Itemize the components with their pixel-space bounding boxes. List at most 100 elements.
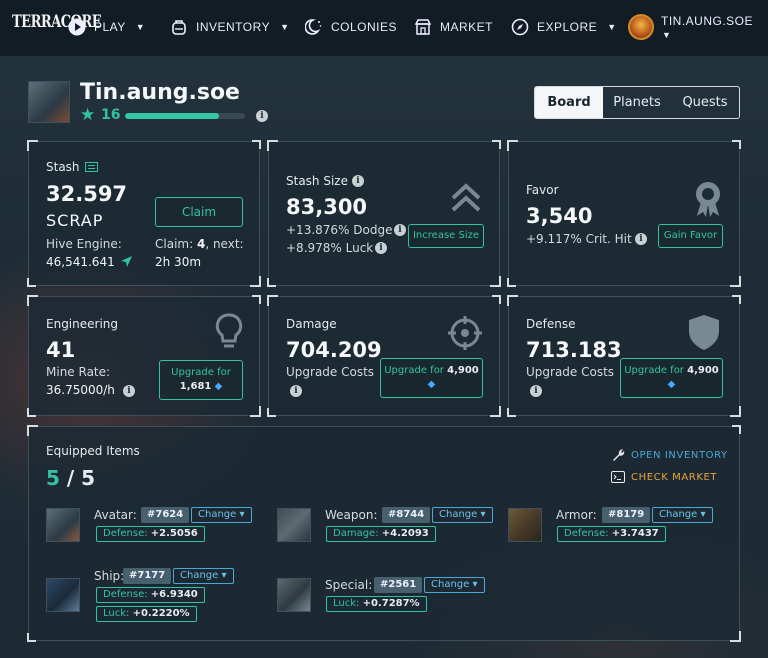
info-icon[interactable]: i (375, 242, 387, 254)
armor-label: Armor: (556, 508, 597, 522)
caret-down-icon: ▾ (472, 579, 478, 590)
user-menu-name[interactable]: TIN.AUNG.SOE (661, 14, 753, 28)
favor-title: Favor (526, 183, 559, 197)
send-icon[interactable] (120, 255, 133, 268)
nav-play-label: PLAY (94, 20, 126, 34)
armor-stat: Defense: +3.7437 (557, 526, 666, 542)
engineering-title: Engineering (46, 317, 118, 331)
info-icon[interactable]: i (530, 385, 542, 397)
upgrade-cost: 1,681 (179, 381, 212, 392)
special-item-image[interactable] (277, 578, 311, 612)
xp-progress-fill (125, 113, 219, 119)
engineering-value: 41 (46, 338, 76, 362)
upgrade-defense-button[interactable]: Upgrade for 4,900 ◆ (620, 358, 723, 398)
damage-value: 704.209 (286, 338, 382, 362)
shield-icon (689, 315, 719, 350)
next-claim-time: 2h 30m (155, 255, 202, 269)
hive-engine-label: Hive Engine: (46, 237, 122, 251)
lightbulb-icon (215, 313, 243, 348)
weapon-change-button[interactable]: Change ▾ (432, 507, 493, 523)
ship-item-id: #7177 (123, 568, 172, 584)
backpack-icon (172, 20, 186, 35)
ship-stat-luck: Luck: +0.2220% (96, 606, 197, 622)
caret-down-icon: ▾ (221, 570, 227, 581)
crit-hit-bonus: +9.117% Crit. Hit (526, 232, 632, 246)
nav-inventory-label: INVENTORY (196, 20, 271, 34)
upgrade-label: Upgrade for (171, 367, 231, 378)
upgrade-cost: 4,900 (687, 365, 719, 376)
upgrade-costs-label: Upgrade Costs (526, 365, 615, 379)
stash-card: Stash 32.597 SCRAP Hive Engine: 46,541.6… (27, 140, 261, 287)
upgrade-engineering-button[interactable]: Upgrade for 1,681 ◆ (159, 360, 243, 400)
weapon-label: Weapon: (325, 508, 378, 522)
upgrade-damage-button[interactable]: Upgrade for 4,900 ◆ (380, 358, 483, 398)
avatar-stat: Defense: +2.5056 (96, 526, 205, 542)
tab-planets[interactable]: Planets (603, 87, 671, 118)
avatar-change-button[interactable]: Change ▾ (191, 507, 252, 523)
info-icon[interactable]: i (256, 110, 268, 122)
tab-board[interactable]: Board (535, 87, 603, 118)
weapon-stat: Damage: +4.2093 (326, 526, 436, 542)
upgrade-label: Upgrade for (384, 365, 448, 376)
nav-colonies[interactable]: COLONIES (305, 18, 397, 36)
info-icon[interactable]: i (394, 224, 406, 236)
store-icon (414, 19, 432, 35)
ship-item-image[interactable] (46, 578, 80, 612)
mine-rate-label: Mine Rate: (46, 365, 111, 379)
avatar-label: Avatar: (94, 508, 137, 522)
tab-quests[interactable]: Quests (671, 87, 739, 118)
gem-icon: ◆ (214, 381, 223, 392)
stash-size-value: 83,300 (286, 195, 368, 219)
defense-card: Defense 713.183 Upgrade Costs i Upgrade … (507, 295, 741, 417)
upgrade-cost: 4,900 (447, 365, 479, 376)
info-icon[interactable]: i (123, 385, 135, 397)
profile-name: Tin.aung.soe (80, 80, 240, 105)
play-icon (68, 18, 86, 36)
armor-change-button[interactable]: Change ▾ (652, 507, 713, 523)
defense-title: Defense (526, 317, 576, 331)
damage-title: Damage (286, 317, 337, 331)
ship-label: Ship: (94, 569, 125, 583)
star-icon: ★ (80, 105, 96, 125)
open-inventory-link[interactable]: OPEN INVENTORY (611, 448, 728, 462)
defense-value: 713.183 (526, 338, 622, 362)
claim-button[interactable]: Claim (155, 197, 243, 227)
info-icon[interactable]: i (352, 175, 364, 187)
player-level: 16 (101, 107, 121, 123)
info-icon[interactable]: i (635, 233, 647, 245)
caret-down-icon: ▾ (239, 509, 245, 520)
mine-rate-value: 36.75000/h (46, 383, 115, 397)
chevron-down-icon[interactable]: ▼ (662, 30, 671, 40)
stash-title: Stash (46, 160, 80, 174)
gain-favor-button[interactable]: Gain Favor (658, 224, 723, 248)
ship-change-button[interactable]: Change ▾ (173, 568, 234, 584)
avatar-item-id: #7624 (141, 507, 190, 523)
xp-progress-bar (125, 113, 245, 119)
weapon-item-image[interactable] (277, 508, 311, 542)
nav-play[interactable]: PLAY ▼ (68, 18, 145, 36)
chevron-down-icon: ▼ (280, 22, 290, 32)
award-ribbon-icon (696, 182, 720, 217)
nav-colonies-label: COLONIES (331, 20, 398, 34)
card-icon (85, 162, 98, 172)
double-chevron-up-icon (451, 183, 481, 212)
dodge-bonus: +13.876% Dodge (286, 223, 393, 237)
equipped-count: 5 / 5 (46, 466, 96, 490)
nav-explore[interactable]: EXPLORE ▼ (511, 18, 617, 36)
nav-market[interactable]: MARKET (414, 18, 493, 36)
armor-item-image[interactable] (508, 508, 542, 542)
stash-amount: 32.597 (46, 182, 128, 206)
special-change-button[interactable]: Change ▾ (424, 577, 485, 593)
user-avatar[interactable] (628, 14, 654, 40)
stash-size-card: Stash Size i 83,300 +13.876% Dodge i +8.… (267, 140, 501, 287)
gem-icon: ◆ (427, 379, 436, 390)
increase-size-button[interactable]: Increase Size (408, 224, 484, 248)
armor-item-id: #8179 (602, 507, 651, 523)
info-icon[interactable]: i (290, 385, 302, 397)
nav-inventory[interactable]: INVENTORY ▼ (170, 18, 290, 36)
caret-down-icon: ▾ (480, 509, 486, 520)
top-nav: TERRACORE PLAY ▼ INVENTORY ▼ COLONIES MA… (0, 0, 768, 56)
avatar-item-image[interactable] (46, 508, 80, 542)
check-market-link[interactable]: CHECK MARKET (611, 471, 717, 483)
special-label: Special: (325, 578, 373, 592)
